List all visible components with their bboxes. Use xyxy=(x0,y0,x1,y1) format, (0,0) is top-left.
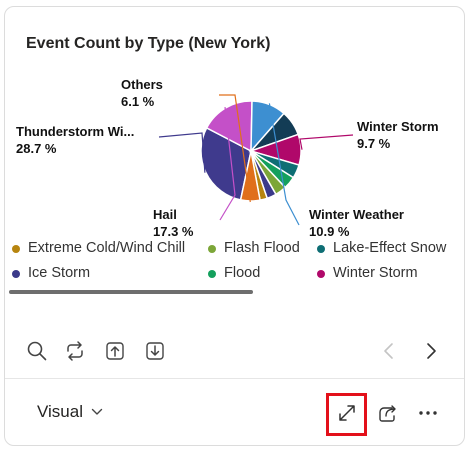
legend-marker xyxy=(12,245,20,253)
visual-card: Event Count by Type (New York) Thunderst… xyxy=(4,6,465,446)
chart-legend: Extreme Cold/Wind Chill Flash Flood Lake-E… xyxy=(5,7,464,281)
legend-marker xyxy=(208,270,216,278)
share-icon xyxy=(379,405,396,422)
legend-item[interactable]: Flash Flood xyxy=(224,240,300,256)
legend-marker xyxy=(317,245,325,253)
label-leader-line xyxy=(299,134,354,150)
slice-value-label: 10.9 % xyxy=(309,224,350,239)
legend-item[interactable]: Extreme Cold/Wind Chill xyxy=(28,240,185,256)
download-icon[interactable] xyxy=(144,340,166,362)
legend-scrollbar[interactable] xyxy=(9,290,253,294)
slice-name-label: Hail xyxy=(153,207,177,222)
chevron-down-icon xyxy=(91,408,103,415)
legend-item[interactable]: Flood xyxy=(224,265,260,281)
slice-value-label: 28.7 % xyxy=(16,141,57,156)
legend-item[interactable]: Ice Storm xyxy=(28,265,90,281)
label-leader-line xyxy=(158,132,206,173)
legend-marker xyxy=(317,270,325,278)
visual-dropdown[interactable]: Visual xyxy=(37,402,103,422)
search-icon[interactable] xyxy=(26,340,48,362)
more-button[interactable] xyxy=(413,398,443,428)
share-button[interactable] xyxy=(372,398,402,428)
slice-value-label: 6.1 % xyxy=(121,94,155,109)
next-chevron-icon[interactable] xyxy=(420,340,442,362)
legend-item[interactable]: Winter Storm xyxy=(333,265,418,281)
slice-name-label: Others xyxy=(121,77,163,92)
slice-value-label: 17.3 % xyxy=(153,224,194,239)
export-icon[interactable] xyxy=(104,340,126,362)
visual-label: Visual xyxy=(37,402,83,421)
slice-name-label: Winter Storm xyxy=(357,119,439,134)
highlight-box xyxy=(326,393,367,436)
legend-item[interactable]: Lake-Effect Snow xyxy=(333,240,446,256)
prev-chevron-icon[interactable] xyxy=(378,340,400,362)
slice-name-label: Thunderstorm Wi... xyxy=(16,124,134,139)
legend-marker xyxy=(12,270,20,278)
legend-marker xyxy=(208,245,216,253)
repeat-icon[interactable] xyxy=(64,340,86,362)
slice-name-label: Winter Weather xyxy=(309,207,404,222)
more-icon xyxy=(419,411,437,415)
slice-value-label: 9.7 % xyxy=(357,136,391,151)
footer-divider xyxy=(5,378,464,379)
